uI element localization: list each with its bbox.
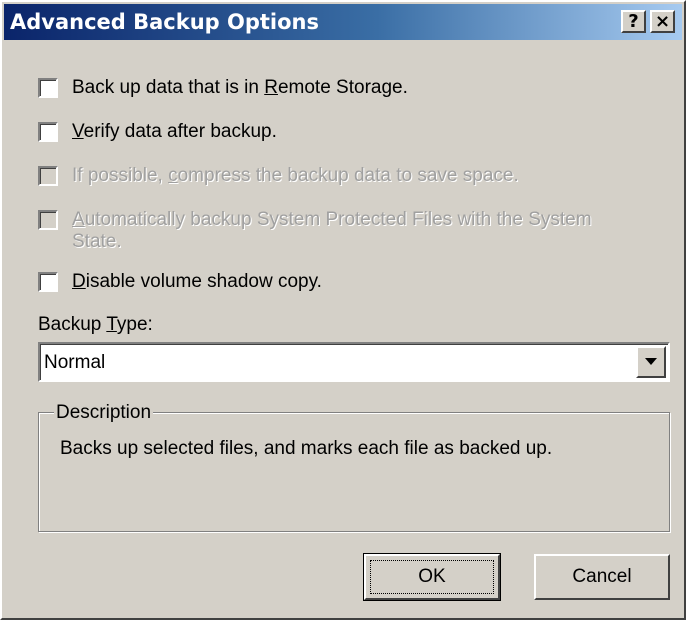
verify-data-checkbox[interactable] [38,122,58,142]
title-bar[interactable]: Advanced Backup Options ? × [4,4,682,40]
description-text: Backs up selected files, and marks each … [60,438,553,459]
close-button[interactable]: × [650,10,675,33]
backup-type-select[interactable]: Normal [38,342,670,382]
focus-rect [370,560,494,594]
description-legend: Description [54,402,154,424]
compress-data-checkbox [38,166,58,186]
dialog-title: Advanced Backup Options [10,10,320,34]
disable-shadow-copy-checkbox[interactable] [38,272,58,292]
chevron-down-icon [645,358,657,365]
remote-storage-checkbox[interactable] [38,78,58,98]
close-icon: × [654,11,671,32]
verify-data-label: Verify data after backup. [72,121,277,142]
backup-type-label: Backup Type: [38,314,153,335]
system-protected-files-label: Automatically backup System Protected Fi… [72,209,592,230]
dropdown-button[interactable] [636,346,666,378]
compress-data-label: If possible, compress the backup data to… [72,165,519,186]
description-group [38,412,670,532]
system-protected-files-checkbox [38,210,58,230]
cancel-label: Cancel [572,566,632,587]
system-protected-files-label-line2: State. [72,231,122,252]
disable-shadow-copy-label: Disable volume shadow copy. [72,271,322,292]
remote-storage-label: Back up data that is in Remote Storage. [72,77,408,98]
ok-button[interactable]: OK [363,553,501,601]
backup-type-value: Normal [44,352,106,373]
help-button[interactable]: ? [621,10,646,33]
advanced-backup-options-dialog: Advanced Backup Options ? × Back up data… [0,0,686,620]
cancel-button[interactable]: Cancel [534,554,670,600]
